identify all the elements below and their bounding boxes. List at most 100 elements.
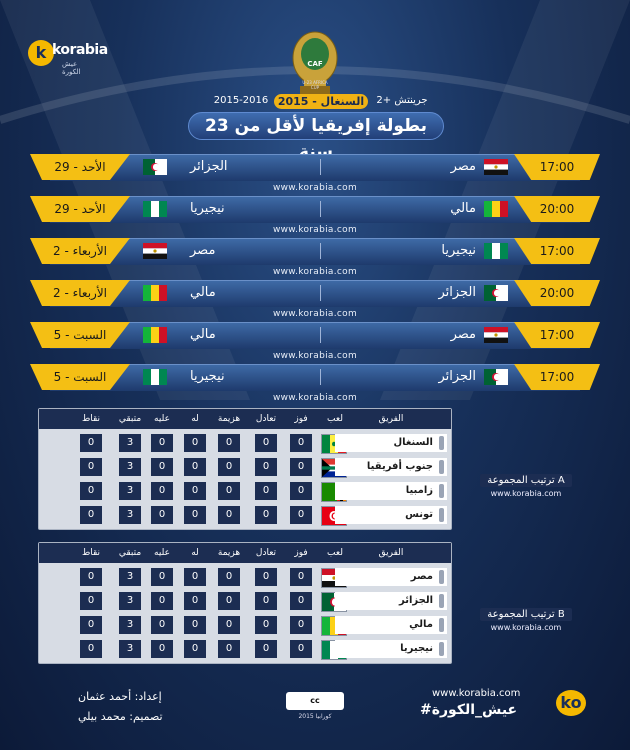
fixture-team2: نيجيريا	[190, 201, 225, 216]
fixture-row: الأربعاء - 2 مصر نيجيريا 17:00	[30, 238, 600, 265]
cell-points: 0	[80, 592, 102, 610]
cell-for: 0	[184, 482, 206, 500]
fixture-divider	[320, 243, 321, 259]
table-row: 03000000مالي	[39, 613, 451, 637]
team2-flag-icon	[143, 285, 167, 301]
team-name: الجزائر	[398, 595, 433, 606]
fixture-team1: نيجيريا	[441, 243, 476, 258]
team1-flag-icon	[484, 243, 508, 259]
korabia-logo[interactable]: k korabia عيش الكورة	[28, 38, 108, 78]
team2-flag-icon	[143, 369, 167, 385]
header-team: الفريق	[378, 414, 404, 424]
group-title: ترتيب المجموعة B	[480, 608, 572, 621]
caf-label: CAF	[307, 60, 323, 68]
team2-flag-icon	[143, 327, 167, 343]
team1-flag-icon	[484, 327, 508, 343]
fixture-team2: الجزائر	[190, 159, 228, 174]
fixture-team2: مالي	[190, 285, 216, 300]
team-name-cell: مالي	[335, 616, 447, 634]
cell-won: 0	[290, 434, 312, 452]
table-row: 03000000مصر	[39, 565, 451, 589]
tournament-title: بطولة إفريقيا لأقل من 23 سنة	[188, 112, 444, 162]
rank-bar-icon	[439, 484, 444, 498]
cell-remaining: 3	[119, 616, 141, 634]
header-points: نقاط	[81, 548, 101, 558]
fixture-divider	[320, 159, 321, 175]
cell-against: 0	[151, 592, 173, 610]
cell-remaining: 3	[119, 482, 141, 500]
fixture-team2: مالي	[190, 327, 216, 342]
fixture-team1: الجزائر	[438, 285, 476, 300]
cell-for: 0	[184, 506, 206, 524]
fixture-team2: نيجيريا	[190, 369, 225, 384]
site-watermark: www.korabia.com	[272, 267, 358, 277]
team-name: نيجيريا	[400, 643, 433, 654]
cell-against: 0	[151, 434, 173, 452]
cell-against: 0	[151, 506, 173, 524]
cell-drawn: 0	[255, 434, 277, 452]
site-watermark: www.korabia.com	[272, 351, 358, 361]
group-label: ترتيب المجموعة A www.korabia.com	[480, 474, 572, 498]
cell-for: 0	[184, 592, 206, 610]
header-points: نقاط	[81, 414, 101, 424]
fixture-divider	[320, 201, 321, 217]
cell-remaining: 3	[119, 434, 141, 452]
team-name-cell: مصر	[335, 568, 447, 586]
header-lost: هزيمة	[217, 414, 241, 424]
creative-commons-badge: cc	[286, 692, 344, 710]
cell-for: 0	[184, 568, 206, 586]
cell-lost: 0	[218, 616, 240, 634]
fixture-divider	[320, 327, 321, 343]
team-name: السنغال	[393, 437, 433, 448]
cell-against: 0	[151, 458, 173, 476]
cell-won: 0	[290, 616, 312, 634]
header-played: لعب	[327, 414, 343, 424]
fixture-row: الأحد - 29 الجزائر مصر 17:00	[30, 154, 600, 181]
rank-bar-icon	[439, 570, 444, 584]
fixture-row: السبت - 5 مالي مصر 17:00	[30, 322, 600, 349]
cell-points: 0	[80, 482, 102, 500]
table-row: 03000000جنوب أفريقيا	[39, 455, 451, 479]
cell-won: 0	[290, 482, 312, 500]
cell-against: 0	[151, 640, 173, 658]
team1-flag-icon	[484, 285, 508, 301]
table-header: نقاط متبقي عليه له هزيمة تعادل فوز لعب الفريق	[39, 543, 451, 563]
logo-badge-icon: k	[28, 40, 54, 66]
cell-remaining: 3	[119, 640, 141, 658]
table-row: 03000000السنغال	[39, 431, 451, 455]
cup-subtitle: U-23 AFRICA CUP	[302, 80, 328, 90]
cell-drawn: 0	[255, 592, 277, 610]
header-remaining: متبقي	[118, 548, 142, 558]
cell-lost: 0	[218, 482, 240, 500]
team1-flag-icon	[484, 369, 508, 385]
cell-drawn: 0	[255, 640, 277, 658]
team-name-cell: السنغال	[335, 434, 447, 452]
cell-drawn: 0	[255, 482, 277, 500]
fixture-team1: مصر	[450, 159, 476, 174]
team-name: مالي	[409, 619, 433, 630]
cell-for: 0	[184, 434, 206, 452]
team2-flag-icon	[143, 243, 167, 259]
site-watermark: www.korabia.com	[272, 183, 358, 193]
team-name-cell: زامبيا	[335, 482, 447, 500]
site-watermark: www.korabia.com	[272, 225, 358, 235]
cell-drawn: 0	[255, 616, 277, 634]
header-played: لعب	[327, 548, 343, 558]
team2-flag-icon	[143, 201, 167, 217]
team1-flag-icon	[484, 201, 508, 217]
team-name-cell: تونس	[335, 506, 447, 524]
logo-subtitle: عيش الكورة	[62, 60, 81, 76]
cell-won: 0	[290, 592, 312, 610]
header-against: عليه	[154, 414, 170, 424]
cell-against: 0	[151, 568, 173, 586]
cell-remaining: 3	[119, 506, 141, 524]
group-site: www.korabia.com	[490, 489, 562, 498]
header-for: له	[191, 548, 199, 558]
team-name: جنوب أفريقيا	[366, 461, 433, 472]
cell-drawn: 0	[255, 458, 277, 476]
footer-site-link[interactable]: www.korabia.com	[432, 688, 520, 699]
rank-bar-icon	[439, 508, 444, 522]
fixture-team1: مصر	[450, 327, 476, 342]
cell-won: 0	[290, 458, 312, 476]
rank-bar-icon	[439, 618, 444, 632]
